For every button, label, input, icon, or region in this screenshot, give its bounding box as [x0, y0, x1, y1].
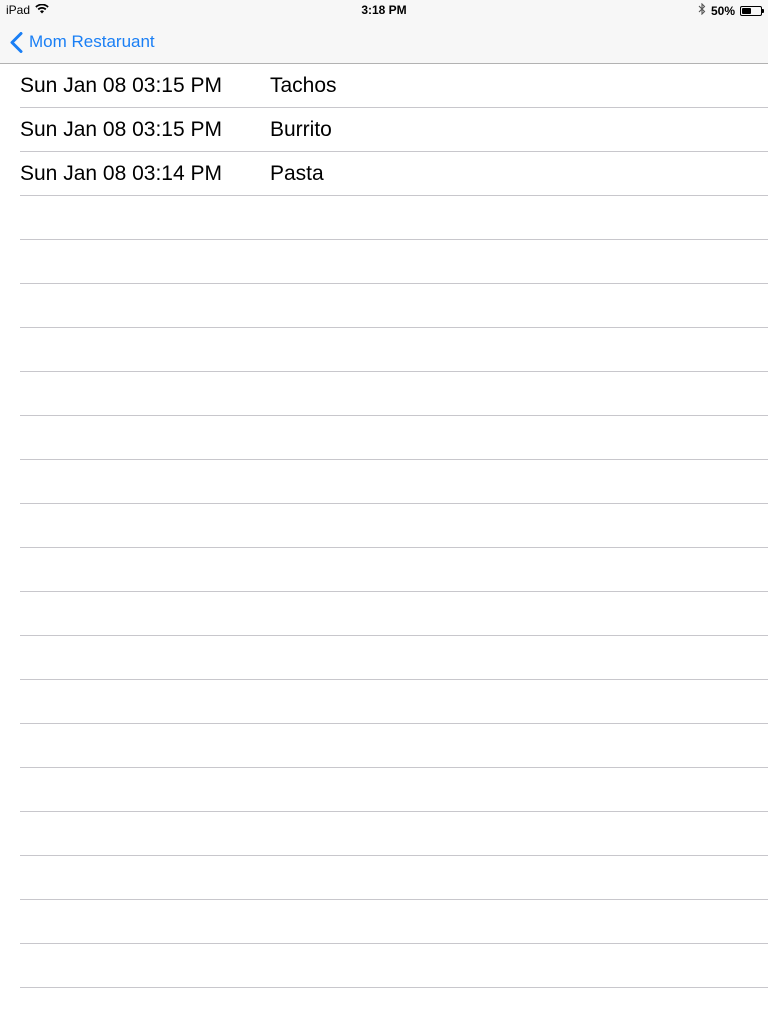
order-date: Sun Jan 08 03:15 PM: [20, 74, 222, 97]
empty-row: [20, 900, 768, 944]
status-bar: iPad 3:18 PM 50%: [0, 0, 768, 20]
empty-row: [20, 504, 768, 548]
battery-icon: [740, 5, 764, 16]
chevron-left-icon: [10, 31, 29, 53]
order-item: Pasta: [270, 162, 324, 185]
empty-row: [20, 636, 768, 680]
empty-row: [20, 284, 768, 328]
order-date: Sun Jan 08 03:14 PM: [20, 162, 222, 185]
empty-row: [20, 548, 768, 592]
bluetooth-icon: [698, 2, 706, 18]
empty-row: [20, 240, 768, 284]
empty-row: [20, 328, 768, 372]
battery-level: [742, 7, 751, 14]
empty-row: [20, 724, 768, 768]
table-row[interactable]: Sun Jan 08 03:15 PM Tachos: [20, 64, 768, 108]
empty-row: [20, 196, 768, 240]
empty-row: [20, 680, 768, 724]
back-button-label: Mom Restaruant: [29, 32, 155, 51]
table-row[interactable]: Sun Jan 08 03:15 PM Burrito: [20, 108, 768, 152]
status-time: 3:18 PM: [361, 3, 407, 17]
navigation-bar: Mom Restaruant: [0, 20, 768, 64]
status-right: 50%: [698, 2, 764, 18]
screen: iPad 3:18 PM 50% Mom Restaruant Sun Jan …: [0, 0, 768, 1024]
empty-row: [20, 944, 768, 988]
empty-row: [20, 372, 768, 416]
orders-table: Sun Jan 08 03:15 PM Tachos Sun Jan 08 03:1…: [0, 64, 768, 1024]
empty-row: [20, 460, 768, 504]
empty-row: [20, 592, 768, 636]
order-item: Tachos: [270, 74, 337, 97]
empty-row: [20, 856, 768, 900]
back-button[interactable]: Mom Restaruant: [10, 20, 155, 64]
battery-percent: 50%: [710, 3, 735, 18]
order-item: Burrito: [270, 118, 332, 141]
order-date: Sun Jan 08 03:15 PM: [20, 118, 222, 141]
empty-row: [20, 768, 768, 812]
table-row[interactable]: Sun Jan 08 03:14 PM Pasta: [20, 152, 768, 196]
empty-row: [20, 812, 768, 856]
battery-cap: [762, 8, 764, 13]
empty-row: [20, 416, 768, 460]
